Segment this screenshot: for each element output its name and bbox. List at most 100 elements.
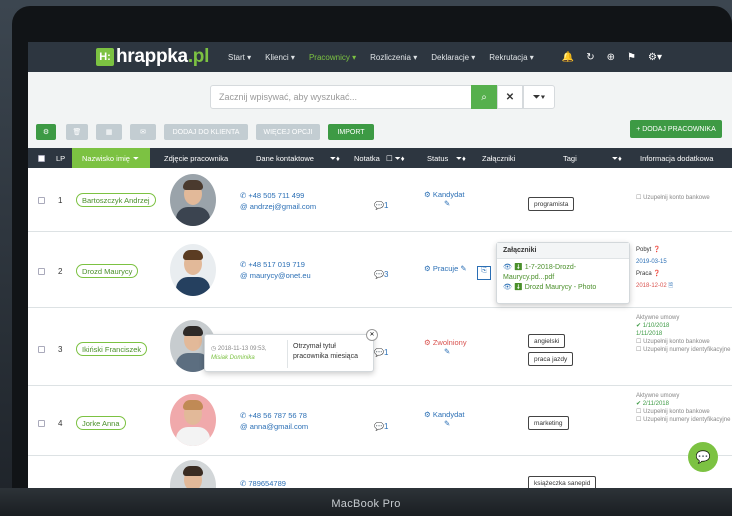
employee-name[interactable]: Ikiński Franciszek [76, 342, 148, 356]
contract-date[interactable]: 1/10/2018 [643, 323, 670, 329]
info-checkbox[interactable]: ☐ [636, 417, 641, 423]
row-checkbox[interactable] [38, 346, 45, 353]
email-link[interactable]: @ anna@gmail.com [240, 421, 308, 432]
info-id: Uzupełnij numery identyfikacyjne [643, 347, 731, 353]
logo[interactable]: H: hrappka.pl [96, 46, 209, 68]
filter-button[interactable]: ⏷▾ [523, 85, 555, 109]
contract-date[interactable]: 2/11/2018 [643, 401, 669, 407]
col-tags[interactable]: Tagi [563, 154, 577, 163]
menu-start[interactable]: Start ▾ [228, 53, 251, 62]
edit-pencil-icon[interactable]: ✎ [444, 347, 467, 356]
menu-employees[interactable]: Pracownicy ▾ [309, 53, 356, 62]
grid-icon: ▦ [105, 129, 113, 136]
settings-button[interactable]: ⚙ [36, 124, 56, 140]
col-note[interactable]: Notatka [354, 154, 380, 163]
info-checkbox[interactable]: ☐ [636, 339, 641, 345]
phone-link[interactable]: ✆ +48 505 711 499 [240, 190, 316, 201]
eye-icon[interactable]: 👁 [503, 264, 512, 271]
status-label[interactable]: Zwolniony [433, 338, 467, 347]
tag[interactable]: programista [528, 197, 575, 211]
row-checkbox[interactable] [38, 268, 45, 275]
contract-date[interactable]: 1/11/2018 [636, 330, 730, 338]
status-label[interactable]: Kandydat [433, 190, 465, 199]
search-input[interactable]: Zacznij wpisywać, aby wyszukać... [210, 85, 472, 109]
col-attachments[interactable]: Załączniki [482, 154, 515, 163]
menu-settlements[interactable]: Rozliczenia ▾ [370, 53, 417, 62]
table-row[interactable]: 4 Jorke Anna ✆ +48 56 787 56 78 @ anna@g… [28, 386, 732, 456]
download-icon[interactable]: ⬇ [514, 284, 523, 291]
info-checkbox[interactable]: ☐ [636, 195, 641, 201]
delete-button[interactable]: 🗑 [66, 124, 88, 140]
note-text: Otrzymał tytuł pracownika miesiąca [293, 343, 358, 360]
employee-photo[interactable] [170, 460, 216, 490]
col-name[interactable]: Nazwisko imię [82, 154, 130, 163]
status-filter-icon[interactable]: ⏷♦ [456, 154, 466, 164]
clear-search-button[interactable]: ✕ [497, 85, 523, 109]
table-row[interactable]: 3 Ikiński Franciszek 💬1 ⚙ Zwolniony ✎ an… [28, 308, 732, 386]
info-checkbox[interactable]: ☐ [636, 347, 641, 353]
email-button[interactable]: ✉ [130, 124, 156, 140]
row-checkbox[interactable] [38, 420, 45, 427]
question-icon[interactable]: ❓ [653, 247, 660, 253]
email-link[interactable]: @ maurycy@onet.eu [240, 270, 311, 281]
table-row[interactable]: ✆ 789654789 książeczka sanepid [28, 456, 732, 490]
gear-status-icon: ⚙ [424, 410, 431, 419]
info-checkbox[interactable]: ☐ [636, 409, 641, 415]
edit-pencil-icon[interactable]: ✎ [444, 419, 465, 428]
col-contact[interactable]: Dane kontaktowe [256, 154, 314, 163]
device-label: MacBook Pro [331, 498, 401, 510]
status-label[interactable]: Pracuje [433, 264, 458, 273]
col-status[interactable]: Status [427, 154, 448, 163]
tags-filter-icon[interactable]: ⏷♦ [612, 154, 622, 164]
tag[interactable]: marketing [528, 416, 569, 430]
attachment-file[interactable]: Drozd Maurycy - Photo [525, 284, 597, 291]
phone-link[interactable]: ✆ +48 56 787 56 78 [240, 410, 308, 421]
phone-link[interactable]: ✆ +48 517 019 719 [240, 259, 311, 270]
menu-recruitment[interactable]: Rekrutacja ▾ [489, 53, 533, 62]
gear-status-icon: ⚙ [424, 190, 431, 199]
col-photo[interactable]: Zdjęcie pracownika [164, 154, 228, 163]
active-contracts: Aktywne umowy [636, 393, 680, 399]
col-lp[interactable]: LP [56, 154, 65, 163]
name-filter-icon[interactable]: ⏷ [133, 154, 139, 164]
note-filter-icon[interactable]: ☐ ⏷♦ [386, 154, 405, 164]
document-icon[interactable]: 🗎 [668, 283, 673, 289]
download-icon[interactable]: ⬇ [514, 264, 523, 271]
globe-icon[interactable]: ⊕ [607, 52, 615, 63]
menu-declarations[interactable]: Deklaracje ▾ [431, 53, 475, 62]
eye-icon[interactable]: 👁 [503, 284, 512, 291]
status-label[interactable]: Kandydat [433, 410, 465, 419]
table-view-button[interactable]: ▦ [96, 124, 122, 140]
col-extra[interactable]: Informacja dodatkowa [640, 154, 713, 163]
email-link[interactable]: @ andrzej@gmail.com [240, 201, 316, 212]
question-icon[interactable]: ❓ [653, 271, 660, 277]
employee-photo[interactable] [170, 174, 216, 226]
close-icon[interactable]: ✕ [366, 329, 378, 341]
chat-button[interactable]: 💬 [688, 442, 718, 472]
contact-filter-icon[interactable]: ⏷♦ [330, 154, 340, 164]
edit-pencil-icon[interactable]: ✎ [460, 264, 466, 273]
history-icon[interactable]: ↻ [586, 52, 594, 63]
employee-name[interactable]: Bartoszczyk Andrzej [76, 193, 156, 207]
attachment-icon[interactable]: ⎘ [477, 266, 491, 280]
bell-icon[interactable]: 🔔 [562, 52, 574, 63]
more-options-button[interactable]: WIĘCEJ OPCJI [256, 124, 320, 140]
edit-pencil-icon[interactable]: ✎ [444, 199, 465, 208]
employee-name[interactable]: Jorke Anna [76, 416, 126, 430]
tag[interactable]: angielski [528, 334, 566, 348]
settings-icon[interactable]: ⚙▾ [648, 52, 662, 63]
employee-name[interactable]: Drozd Maurycy [76, 264, 139, 278]
table-row[interactable]: 1 Bartoszczyk Andrzej ✆ +48 505 711 499 … [28, 168, 732, 232]
employee-photo[interactable] [170, 244, 216, 296]
add-employee-button[interactable]: + DODAJ PRACOWNIKA [630, 120, 722, 138]
tag[interactable]: praca jazdy [528, 352, 574, 366]
add-to-client-button[interactable]: DODAJ DO KLIENTA [164, 124, 248, 140]
sign-icon[interactable]: ⚑ [627, 52, 636, 63]
import-button[interactable]: IMPORT [328, 124, 374, 140]
menu-clients[interactable]: Klienci ▾ [265, 53, 295, 62]
search-button[interactable]: ⌕ [471, 85, 497, 109]
employee-photo[interactable] [170, 394, 216, 446]
row-checkbox[interactable] [38, 197, 45, 204]
select-all-checkbox[interactable] [38, 155, 45, 162]
app-screen: H: hrappka.pl Start ▾ Klienci ▾ Pracowni… [28, 42, 732, 490]
